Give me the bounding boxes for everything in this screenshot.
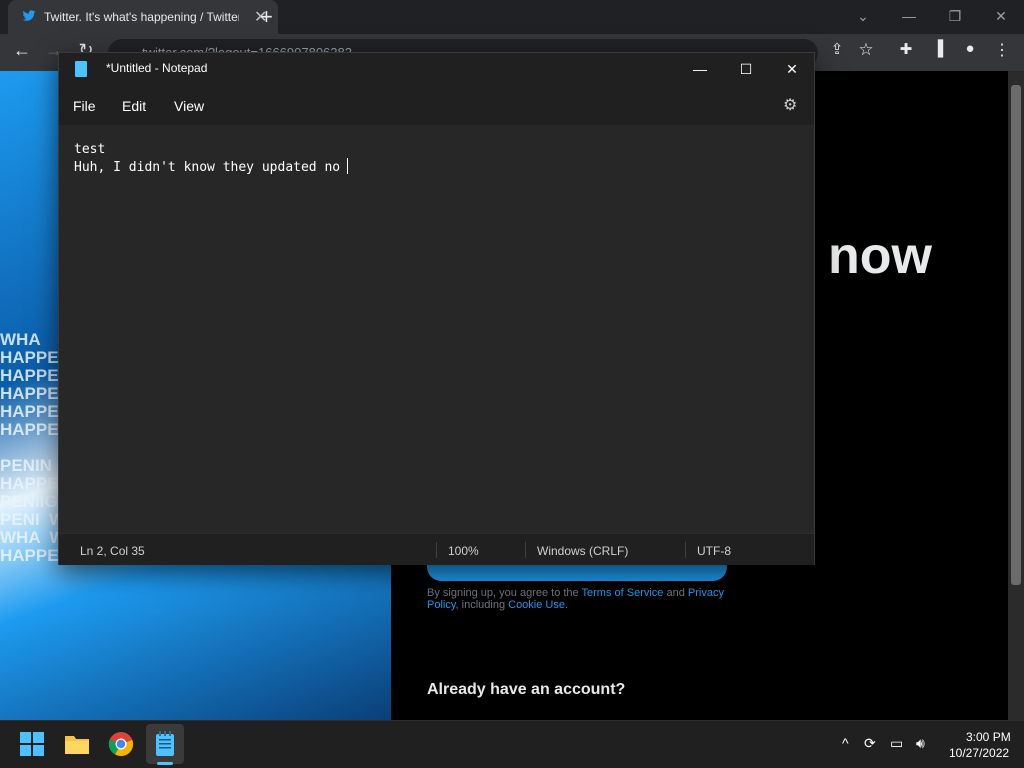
text-caret xyxy=(347,158,348,174)
terms-including: , including xyxy=(455,599,509,611)
extensions-icon[interactable]: ✚ xyxy=(894,40,918,58)
chrome-icon[interactable] xyxy=(108,731,134,757)
terms-prefix: By signing up, you agree to the xyxy=(427,587,582,599)
terms-and: and xyxy=(663,587,688,599)
gear-icon[interactable]: ⚙ xyxy=(783,95,797,115)
notepad-minimize-button[interactable]: — xyxy=(677,57,723,81)
share-icon[interactable]: ⇪ xyxy=(825,40,849,58)
browser-close-button[interactable]: ✕ xyxy=(978,4,1024,28)
status-position: Ln 2, Col 35 xyxy=(80,544,145,558)
clock-date[interactable]: 10/27/2022 xyxy=(949,746,1009,760)
status-divider xyxy=(436,542,437,558)
side-panel-icon[interactable]: ▐ xyxy=(926,40,950,57)
twitter-bird-icon xyxy=(22,10,36,21)
back-icon[interactable]: ← xyxy=(10,40,34,61)
notepad-menubar xyxy=(59,85,814,125)
notepad-icon xyxy=(75,61,87,77)
terms-notice: By signing up, you agree to the Terms of… xyxy=(427,587,737,611)
status-divider xyxy=(685,542,686,558)
active-app-indicator xyxy=(157,762,173,765)
status-line-ending: Windows (CRLF) xyxy=(537,544,629,558)
text-line-1: test xyxy=(74,142,106,157)
profile-icon[interactable]: ● xyxy=(958,40,982,57)
volume-icon[interactable]: 🔊︎ xyxy=(916,735,925,752)
tab-title: Twitter. It's what's happening / Twitter xyxy=(44,10,239,24)
network-icon[interactable]: ▭ xyxy=(890,735,903,752)
terms-link[interactable]: Terms of Service xyxy=(582,587,664,599)
windows-start-icon[interactable] xyxy=(20,732,44,756)
browser-restore-button[interactable]: ❐ xyxy=(932,4,978,28)
menu-kebab-icon[interactable]: ⋮ xyxy=(990,40,1014,60)
status-encoding: UTF-8 xyxy=(697,544,731,558)
browser-minimize-button[interactable]: — xyxy=(886,4,932,28)
notepad-close-button[interactable]: ✕ xyxy=(769,57,815,81)
notepad-text-area[interactable] xyxy=(59,125,814,533)
tab-search-icon[interactable]: ⌄ xyxy=(840,4,886,28)
login-heading: Already have an account? xyxy=(427,681,626,698)
new-tab-button[interactable]: + xyxy=(260,4,273,30)
text-line-2: Huh, I didn't know they updated no xyxy=(74,160,341,175)
menu-edit[interactable]: Edit xyxy=(122,98,146,114)
notepad-title: *Untitled - Notepad xyxy=(106,61,208,75)
bookmark-star-icon[interactable]: ☆ xyxy=(854,40,878,60)
clock-time[interactable]: 3:00 PM xyxy=(966,730,1011,744)
status-divider xyxy=(525,542,526,558)
scrollbar-thumb[interactable] xyxy=(1011,85,1021,585)
sync-icon[interactable]: ⟳ xyxy=(864,735,876,752)
file-explorer-icon[interactable] xyxy=(64,732,90,756)
cookie-link[interactable]: Cookie Use xyxy=(508,599,565,611)
menu-file[interactable]: File xyxy=(73,98,96,114)
terms-end: . xyxy=(564,599,569,611)
chevron-up-icon[interactable]: ^ xyxy=(842,735,849,751)
status-zoom: 100% xyxy=(448,544,479,558)
page-headline: now xyxy=(828,227,932,285)
notepad-window: *Untitled - Notepad — ☐ ✕ File Edit View… xyxy=(58,52,815,565)
notepad-taskbar-icon[interactable] xyxy=(155,731,175,757)
menu-view[interactable]: View xyxy=(174,98,204,114)
notepad-maximize-button[interactable]: ☐ xyxy=(723,57,769,81)
